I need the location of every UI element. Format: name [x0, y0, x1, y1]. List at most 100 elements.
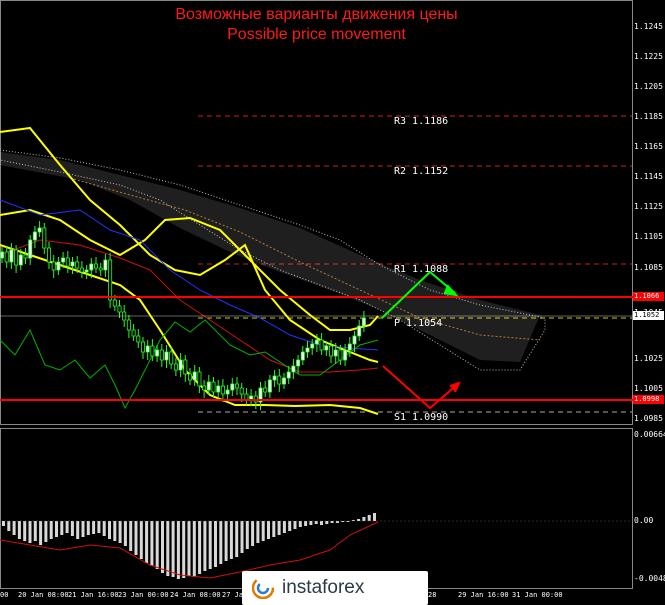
candle-body: [51, 261, 56, 271]
candle-body: [333, 349, 338, 357]
macd-bar: [229, 521, 233, 559]
macd-bar: [86, 521, 90, 535]
candle-body: [75, 261, 80, 269]
macd-bar: [235, 521, 239, 557]
candle-body: [136, 335, 141, 343]
macd-bar: [145, 521, 149, 563]
macd-bar: [208, 521, 212, 569]
instaforex-watermark: instaforex: [242, 571, 428, 605]
candle-body: [281, 377, 286, 385]
candle-body: [197, 371, 202, 387]
candle-body: [94, 263, 99, 269]
candle-body: [84, 269, 89, 273]
macd-histogram: [2, 513, 376, 579]
s1-label: S1 1.0990: [394, 412, 449, 423]
macd-bar: [81, 521, 85, 537]
candle-body: [159, 349, 164, 361]
macd-bar: [304, 521, 308, 526]
macd-bar: [362, 517, 366, 521]
candle-body: [239, 387, 244, 395]
macd-bar: [288, 521, 292, 531]
candle-body: [103, 259, 108, 271]
candle-body: [187, 373, 192, 381]
time-tick: 21 Jan 16:00: [68, 591, 119, 599]
r2-label: R2 1.1152: [394, 166, 449, 177]
macd-bar: [17, 521, 21, 539]
candle-body: [150, 345, 155, 357]
macd-bar: [298, 521, 302, 527]
forecast-down-arrow: [382, 365, 461, 410]
macd-bar: [198, 521, 202, 574]
candle-body: [263, 387, 268, 393]
candle-body: [211, 381, 216, 393]
candle-body: [343, 349, 348, 361]
price-tick: 1.1085: [634, 263, 663, 272]
candle-body: [28, 239, 33, 259]
candle-body: [140, 341, 145, 353]
macd-bar: [92, 521, 96, 534]
macd-bar: [7, 521, 11, 531]
macd-bar: [70, 521, 74, 536]
price-tick: 1.1225: [634, 52, 663, 61]
candle-body: [305, 347, 310, 353]
price-tick: 1.0985: [634, 414, 663, 423]
time-tick: 29 Jan 16:00: [458, 591, 509, 599]
candle-body: [9, 249, 14, 263]
candle-body: [23, 254, 28, 259]
candle-body: [267, 379, 272, 393]
time-tick: 20 Jan 08:00: [18, 591, 69, 599]
price-tick: 1.1105: [634, 232, 663, 241]
candle-body: [70, 261, 75, 267]
macd-bar: [182, 521, 186, 578]
candle-body: [169, 351, 174, 365]
chart-window: Возможные варианты движения цены Possibl…: [0, 0, 665, 605]
macd-bar: [76, 521, 80, 539]
current-price-tag: 1.1052: [633, 311, 664, 320]
macd-bar: [129, 521, 133, 551]
candle-body: [178, 359, 183, 371]
macd-bar: [219, 521, 223, 564]
macd-bar: [367, 515, 371, 521]
title-english: Possible price movement: [227, 26, 406, 43]
macd-bar: [166, 521, 170, 576]
candle-body: [61, 257, 66, 263]
macd-bar: [240, 521, 244, 553]
candle-body: [117, 305, 122, 313]
macd-bar: [256, 521, 260, 543]
macd-bar: [192, 521, 196, 577]
candle-body: [0, 251, 4, 259]
macd-bar: [309, 521, 313, 525]
macd-bar: [155, 521, 159, 569]
candle-body: [108, 259, 113, 301]
macd-bar: [161, 521, 164, 573]
macd-bar: [150, 521, 154, 566]
candle-body: [277, 375, 282, 385]
candle-body: [225, 389, 230, 395]
candle-body: [361, 317, 366, 327]
price-tick: 1.1165: [634, 142, 663, 151]
candle-body: [173, 363, 178, 371]
indicator-pane-border: [0, 428, 633, 589]
macd-bar: [55, 521, 58, 537]
macd-bar: [33, 521, 37, 541]
candle-body: [145, 345, 150, 353]
candle-body: [56, 261, 61, 271]
macd-bar: [123, 521, 127, 546]
macd-bar: [49, 521, 53, 539]
candle-body: [98, 267, 103, 271]
macd-bar: [23, 521, 27, 541]
macd-tick: -0.00481: [634, 574, 665, 583]
macd-bar: [44, 521, 48, 542]
candle-body: [314, 339, 319, 345]
instaforex-logo-icon: [251, 576, 275, 600]
price-tick: 1.1125: [634, 202, 663, 211]
macd-bar: [134, 521, 138, 555]
candle-body: [230, 383, 235, 391]
candle-body: [42, 227, 47, 249]
candle-body: [296, 359, 301, 367]
r3-label: R3 1.1186: [394, 116, 449, 127]
macd-bar: [102, 521, 106, 536]
macd-bar: [97, 521, 101, 533]
price-tick: 1.1145: [634, 172, 663, 181]
macd-bar: [113, 521, 117, 541]
